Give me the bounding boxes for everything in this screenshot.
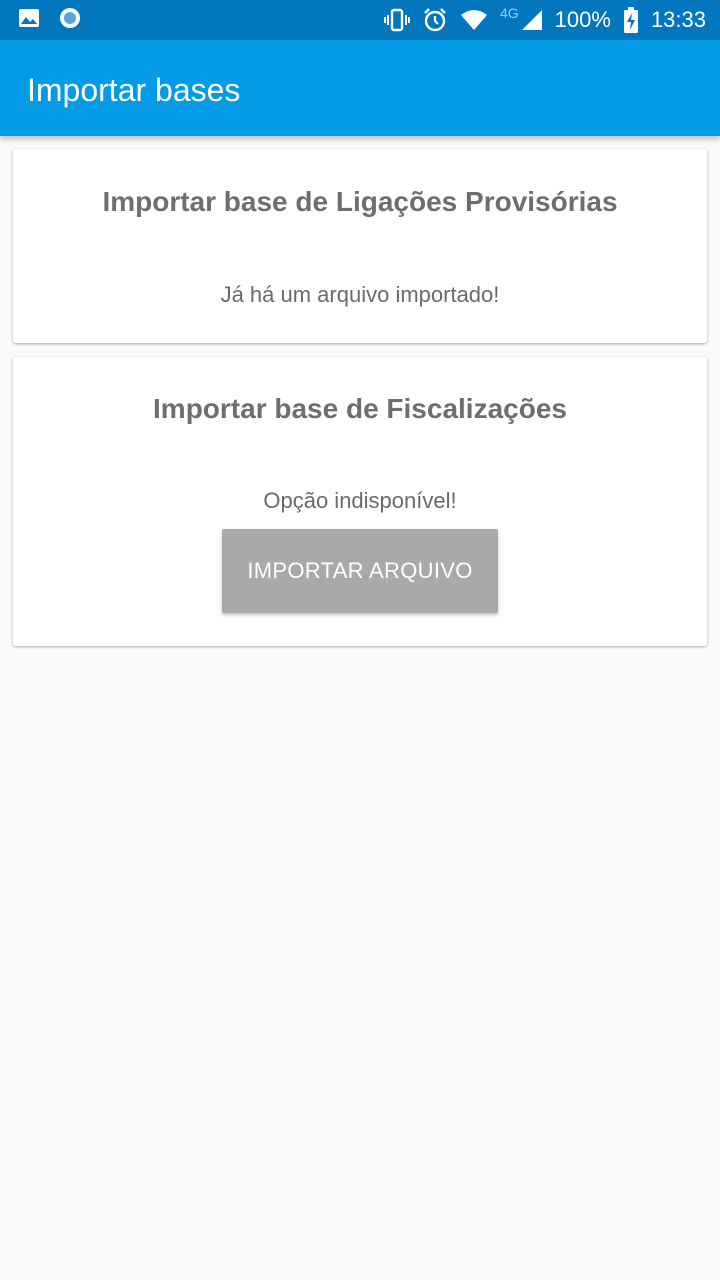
- image-icon: [18, 8, 40, 33]
- import-inspections-card: Importar base de Fiscalizações Opção ind…: [13, 357, 707, 646]
- wifi-icon: [460, 9, 488, 31]
- page-title: Importar bases: [27, 72, 241, 108]
- card-status-message: Já há um arquivo importado!: [220, 282, 500, 307]
- battery-charging-icon: [623, 7, 639, 33]
- battery-percent: 100%: [554, 7, 611, 32]
- cell-signal-icon: [521, 9, 543, 31]
- circle-notification-icon: [58, 6, 82, 35]
- card-title: Importar base de Ligações Provisórias: [102, 186, 618, 217]
- card-title: Importar base de Fiscalizações: [153, 393, 567, 424]
- status-bar: 4G 100% 13:33: [0, 0, 720, 40]
- app-bar: Importar bases: [0, 40, 720, 136]
- network-type-label: 4G: [499, 5, 519, 21]
- vibrate-icon: [383, 8, 410, 32]
- alarm-icon: [422, 7, 448, 33]
- card-status-message: Opção indisponível!: [263, 488, 457, 513]
- import-file-button[interactable]: IMPORTAR ARQUIVO: [222, 529, 498, 613]
- import-provisional-connections-card: Importar base de Ligações Provisórias Já…: [13, 149, 707, 343]
- clock: 13:33: [650, 7, 706, 32]
